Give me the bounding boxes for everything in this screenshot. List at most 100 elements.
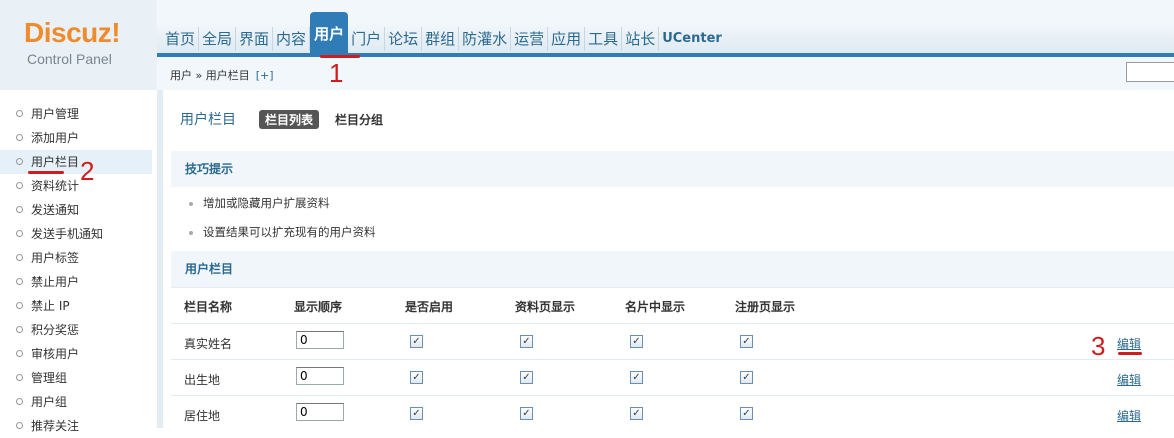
row-divider: [171, 323, 1174, 324]
enabled-checkbox[interactable]: ✓: [410, 371, 423, 384]
logo[interactable]: Discuz! Control Panel: [0, 0, 157, 90]
sidebar-item-label: 用户栏目: [31, 155, 80, 169]
col-header-enabled: 是否启用: [405, 300, 454, 314]
search-input[interactable]: [1126, 62, 1174, 82]
logo-subtitle: Control Panel: [27, 51, 112, 67]
display-order-input[interactable]: [296, 367, 344, 385]
sidebar-item[interactable]: 发送通知: [16, 198, 79, 222]
sidebar-item-label: 禁止 IP: [31, 299, 70, 313]
sidebar-item[interactable]: 资料统计: [16, 174, 79, 198]
bullet-icon: [16, 302, 23, 309]
row-divider: [171, 287, 1174, 288]
sidebar-item[interactable]: 积分奖惩: [16, 318, 79, 342]
sidebar-item-label: 禁止用户: [31, 275, 80, 289]
sidebar-item-label: 发送通知: [31, 203, 80, 217]
register-checkbox[interactable]: ✓: [740, 371, 753, 384]
bullet-icon: [16, 254, 23, 261]
bullet-icon: [16, 182, 23, 189]
nav-item[interactable]: 全局: [199, 27, 237, 51]
nav-item[interactable]: 运营: [511, 27, 549, 51]
nav-item[interactable]: 应用: [548, 27, 586, 51]
sidebar-item-label: 用户组: [31, 395, 68, 409]
bullet-icon: [16, 374, 23, 381]
col-header-card: 名片中显示: [625, 300, 686, 314]
sidebar-item[interactable]: 禁止用户: [16, 270, 79, 294]
profile-checkbox[interactable]: ✓: [520, 407, 533, 420]
sidebar-item[interactable]: 用户组: [16, 390, 67, 414]
nav-item[interactable]: 首页: [162, 27, 200, 51]
card-checkbox[interactable]: ✓: [630, 371, 643, 384]
sidebar-item[interactable]: 用户管理: [16, 102, 79, 126]
edit-link[interactable]: 编辑: [1117, 371, 1141, 388]
sidebar-item-label: 管理组: [31, 371, 68, 385]
row-divider: [171, 359, 1174, 360]
col-header-name: 栏目名称: [184, 300, 233, 314]
annotation-underline-edit: [1118, 352, 1142, 355]
sidebar-item-label: 积分奖惩: [31, 323, 80, 337]
nav-item[interactable]: 论坛: [385, 27, 423, 51]
nav-item[interactable]: 界面: [236, 27, 274, 51]
register-checkbox[interactable]: ✓: [740, 335, 753, 348]
tips-heading: 技巧提示: [171, 151, 1174, 187]
nav-item[interactable]: 站长: [622, 27, 660, 51]
row-name: 居住地: [184, 409, 221, 423]
sidebar-item[interactable]: 推荐关注: [16, 414, 79, 438]
card-checkbox[interactable]: ✓: [630, 407, 643, 420]
nav-item[interactable]: 用户: [310, 12, 349, 56]
main-content: 用户栏目 栏目列表 栏目分组 技巧提示 增加或隐藏用户扩展资料 设置结果可以扩充…: [163, 90, 1174, 428]
sidebar-item[interactable]: 添加用户: [16, 126, 79, 150]
nav-item[interactable]: 门户: [348, 27, 386, 51]
bullet-icon: [16, 350, 23, 357]
profile-checkbox[interactable]: ✓: [520, 335, 533, 348]
nav-item[interactable]: UCenter: [659, 27, 725, 51]
bullet-icon: [189, 230, 193, 235]
sidebar-item[interactable]: 管理组: [16, 366, 67, 390]
display-order-input[interactable]: [296, 331, 344, 349]
bullet-icon: [189, 201, 193, 206]
bullet-icon: [16, 398, 23, 405]
col-header-register: 注册页显示: [735, 300, 796, 314]
nav-item[interactable]: 群组: [422, 27, 460, 51]
sidebar-item-label: 发送手机通知: [31, 227, 104, 241]
profile-checkbox[interactable]: ✓: [520, 371, 533, 384]
row-name: 出生地: [184, 373, 221, 387]
tip-text: 设置结果可以扩充现有的用户资料: [203, 225, 376, 239]
add-shortcut-link[interactable]: [+]: [256, 69, 274, 82]
nav-item[interactable]: 工具: [585, 27, 623, 51]
sidebar-item[interactable]: 禁止 IP: [16, 294, 70, 318]
sidebar-item-label: 审核用户: [31, 347, 80, 361]
tip-item: 设置结果可以扩充现有的用户资料: [189, 224, 376, 240]
display-order-input[interactable]: [296, 403, 344, 421]
edit-link[interactable]: 编辑: [1117, 407, 1141, 424]
register-checkbox[interactable]: ✓: [740, 407, 753, 420]
sidebar: 用户管理添加用户用户栏目资料统计发送通知发送手机通知 用户标签禁止用户禁止 IP 积…: [0, 90, 163, 433]
col-header-profile: 资料页显示: [515, 300, 576, 314]
bullet-icon: [16, 326, 23, 333]
edit-link[interactable]: 编辑: [1117, 335, 1141, 352]
sidebar-item[interactable]: 审核用户: [16, 342, 79, 366]
nav-item[interactable]: 内容: [273, 27, 311, 51]
row-divider: [171, 395, 1174, 396]
annotation-1: 1: [329, 58, 344, 88]
top-navbar: 首页 全局 界面 内容 用户 门户 论坛 群组 防灌水 运营 应用 工具 站长 UCenter: [157, 12, 1174, 56]
tab-column-list[interactable]: 栏目列表: [259, 110, 320, 129]
sidebar-item[interactable]: 发送手机通知: [16, 222, 103, 246]
row-name: 真实姓名: [184, 337, 233, 351]
annotation-3: 3: [1091, 331, 1106, 361]
bullet-icon: [16, 278, 23, 285]
nav-item[interactable]: 防灌水: [459, 27, 512, 51]
bullet-icon: [16, 110, 23, 117]
sidebar-item[interactable]: 用户标签: [16, 246, 79, 270]
col-header-order: 显示顺序: [294, 300, 343, 314]
enabled-checkbox[interactable]: ✓: [410, 335, 423, 348]
enabled-checkbox[interactable]: ✓: [410, 407, 423, 420]
sidebar-item[interactable]: 用户栏目: [0, 150, 152, 174]
annotation-2: 2: [80, 156, 95, 186]
sidebar-item-label: 用户标签: [31, 251, 80, 265]
card-checkbox[interactable]: ✓: [630, 335, 643, 348]
tip-text: 增加或隐藏用户扩展资料: [203, 196, 330, 210]
sidebar-item-label: 推荐关注: [31, 419, 80, 433]
tab-column-groups[interactable]: 栏目分组: [335, 111, 383, 128]
sidebar-item-label: 用户管理: [31, 107, 80, 121]
nav-rule: [157, 53, 1174, 57]
